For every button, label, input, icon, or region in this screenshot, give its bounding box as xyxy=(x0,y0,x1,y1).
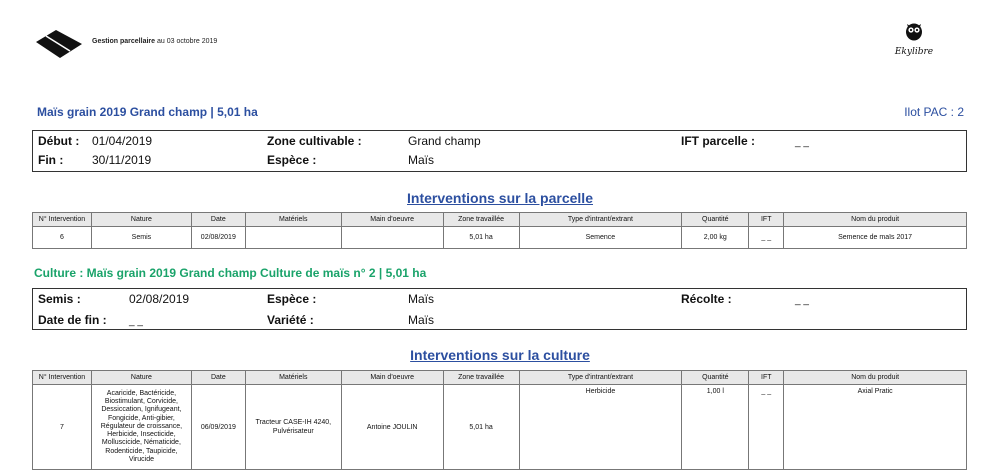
cell-produit: Semence de maïs 2017 xyxy=(783,226,967,249)
ilot-pac: Ilot PAC : 2 xyxy=(904,105,964,119)
debut-value: 01/04/2019 xyxy=(92,134,153,148)
cell-zone: 5,01 ha xyxy=(442,226,520,249)
cell-ift: _ _ xyxy=(748,384,785,470)
col-ift: IFT xyxy=(748,370,785,385)
cell-main-oeuvre xyxy=(340,226,444,249)
col-num: N° Intervention xyxy=(32,370,92,385)
date-fin-label: Date de fin : xyxy=(38,313,107,327)
cell-nature: Semis xyxy=(90,226,192,249)
cell-num: 7 xyxy=(32,384,92,470)
materiels-line: Tracteur CASE-IH 4240, xyxy=(255,419,332,426)
col-main-oeuvre: Main d'oeuvre xyxy=(340,370,444,385)
nature-line: Dessiccation, Ignifugeant, xyxy=(101,406,182,414)
cell-num: 6 xyxy=(32,226,92,249)
col-materiels: Matériels xyxy=(244,212,342,227)
nature-line: Acaricide, Bactéricide, xyxy=(106,390,177,398)
cell-quantite: 2,00 kg xyxy=(681,226,750,249)
cell-type: Semence xyxy=(518,226,683,249)
table-header-row: N° Intervention Nature Date Matériels Ma… xyxy=(32,212,967,227)
col-materiels: Matériels xyxy=(244,370,342,385)
col-main-oeuvre: Main d'oeuvre xyxy=(340,212,444,227)
cell-produit: Axial Pratic xyxy=(783,384,967,470)
cell-type: Herbicide xyxy=(518,384,683,470)
cell-materiels xyxy=(244,226,342,249)
debut-label: Début : xyxy=(38,134,80,148)
cell-nature: Acaricide, Bactéricide, Biostimulant, Co… xyxy=(90,384,192,470)
zone-value: Grand champ xyxy=(408,134,481,148)
semis-label: Semis : xyxy=(38,292,81,306)
recolte-label: Récolte : xyxy=(681,292,732,306)
nature-line: Rodenticide, Taupicide, xyxy=(105,447,178,455)
cell-date: 06/09/2019 xyxy=(190,384,246,470)
recolte-value: _ _ xyxy=(795,295,809,306)
cell-materiels: Tracteur CASE-IH 4240, Pulvérisateur xyxy=(244,384,342,470)
espece-label: Espèce : xyxy=(267,153,317,167)
nature-line: Herbicide, Insecticide, xyxy=(107,431,176,439)
cell-date: 02/08/2019 xyxy=(190,226,246,249)
cell-ift: _ _ xyxy=(748,226,785,249)
ift-label: IFT parcelle : xyxy=(681,134,756,148)
col-nature: Nature xyxy=(90,370,192,385)
col-ift: IFT xyxy=(748,212,785,227)
col-type: Type d'intrant/extrant xyxy=(518,212,683,227)
parcel-info-box: Début : 01/04/2019 Fin : 30/11/2019 Zone… xyxy=(32,130,967,172)
variete-label: Variété : xyxy=(267,313,314,327)
culture-title: Culture : Maïs grain 2019 Grand champ Cu… xyxy=(34,266,427,280)
cell-quantite: 1,00 l xyxy=(681,384,750,470)
owl-icon xyxy=(906,23,922,41)
nature-line: Régulateur de croissance, xyxy=(100,422,183,430)
zone-label: Zone cultivable : xyxy=(267,134,362,148)
col-quantite: Quantité xyxy=(681,212,750,227)
col-produit: Nom du produit xyxy=(783,370,967,385)
espece-value: Maïs xyxy=(408,153,435,167)
interventions-parcelle-title: Interventions sur la parcelle xyxy=(407,190,593,206)
nature-line: Fongicide, Anti-gibier, xyxy=(107,414,175,422)
cell-zone: 5,01 ha xyxy=(442,384,520,470)
col-date: Date xyxy=(190,370,246,385)
page-header-title: Gestion parcellaire au 03 octobre 2019 xyxy=(92,38,218,45)
table-row: 7 Acaricide, Bactéricide, Biostimulant, … xyxy=(32,384,967,470)
nature-line: Molluscicide, Nématicide, xyxy=(101,439,181,447)
date-fin-value: _ _ xyxy=(129,316,143,327)
table-header-row: N° Intervention Nature Date Matériels Ma… xyxy=(32,370,967,385)
col-date: Date xyxy=(190,212,246,227)
culture-info-box: Semis : 02/08/2019 Date de fin : _ _ Esp… xyxy=(32,288,967,330)
variete-value: Maïs xyxy=(408,313,435,327)
parcel-title: Maïs grain 2019 Grand champ | 5,01 ha xyxy=(37,105,258,119)
fin-value: 30/11/2019 xyxy=(92,153,152,167)
company-logo-icon xyxy=(36,30,82,58)
col-zone: Zone travaillée xyxy=(442,370,520,385)
semis-value: 02/08/2019 xyxy=(129,292,190,306)
interventions-parcelle-table: N° Intervention Nature Date Matériels Ma… xyxy=(32,212,967,249)
col-num: N° Intervention xyxy=(32,212,92,227)
col-zone: Zone travaillée xyxy=(442,212,520,227)
interventions-culture-title: Interventions sur la culture xyxy=(410,347,590,363)
culture-espece-label: Espèce : xyxy=(267,292,317,306)
ekylibre-logo: Ekylibre xyxy=(888,21,940,63)
culture-espece-value: Maïs xyxy=(408,292,435,306)
col-produit: Nom du produit xyxy=(783,212,967,227)
interventions-culture-table: N° Intervention Nature Date Matériels Ma… xyxy=(32,370,967,470)
cell-main-oeuvre: Antoine JOULIN xyxy=(340,384,444,470)
col-type: Type d'intrant/extrant xyxy=(518,370,683,385)
nature-line: Virucide xyxy=(128,455,154,463)
col-nature: Nature xyxy=(90,212,192,227)
brand-name: Ekylibre xyxy=(894,47,934,57)
ift-value: _ _ xyxy=(795,137,809,148)
fin-label: Fin : xyxy=(38,153,64,167)
materiels-line: Pulvérisateur xyxy=(272,428,314,435)
col-quantite: Quantité xyxy=(681,370,750,385)
table-row: 6 Semis 02/08/2019 5,01 ha Semence 2,00 … xyxy=(32,226,967,249)
nature-line: Biostimulant, Corvicide, xyxy=(104,398,178,406)
